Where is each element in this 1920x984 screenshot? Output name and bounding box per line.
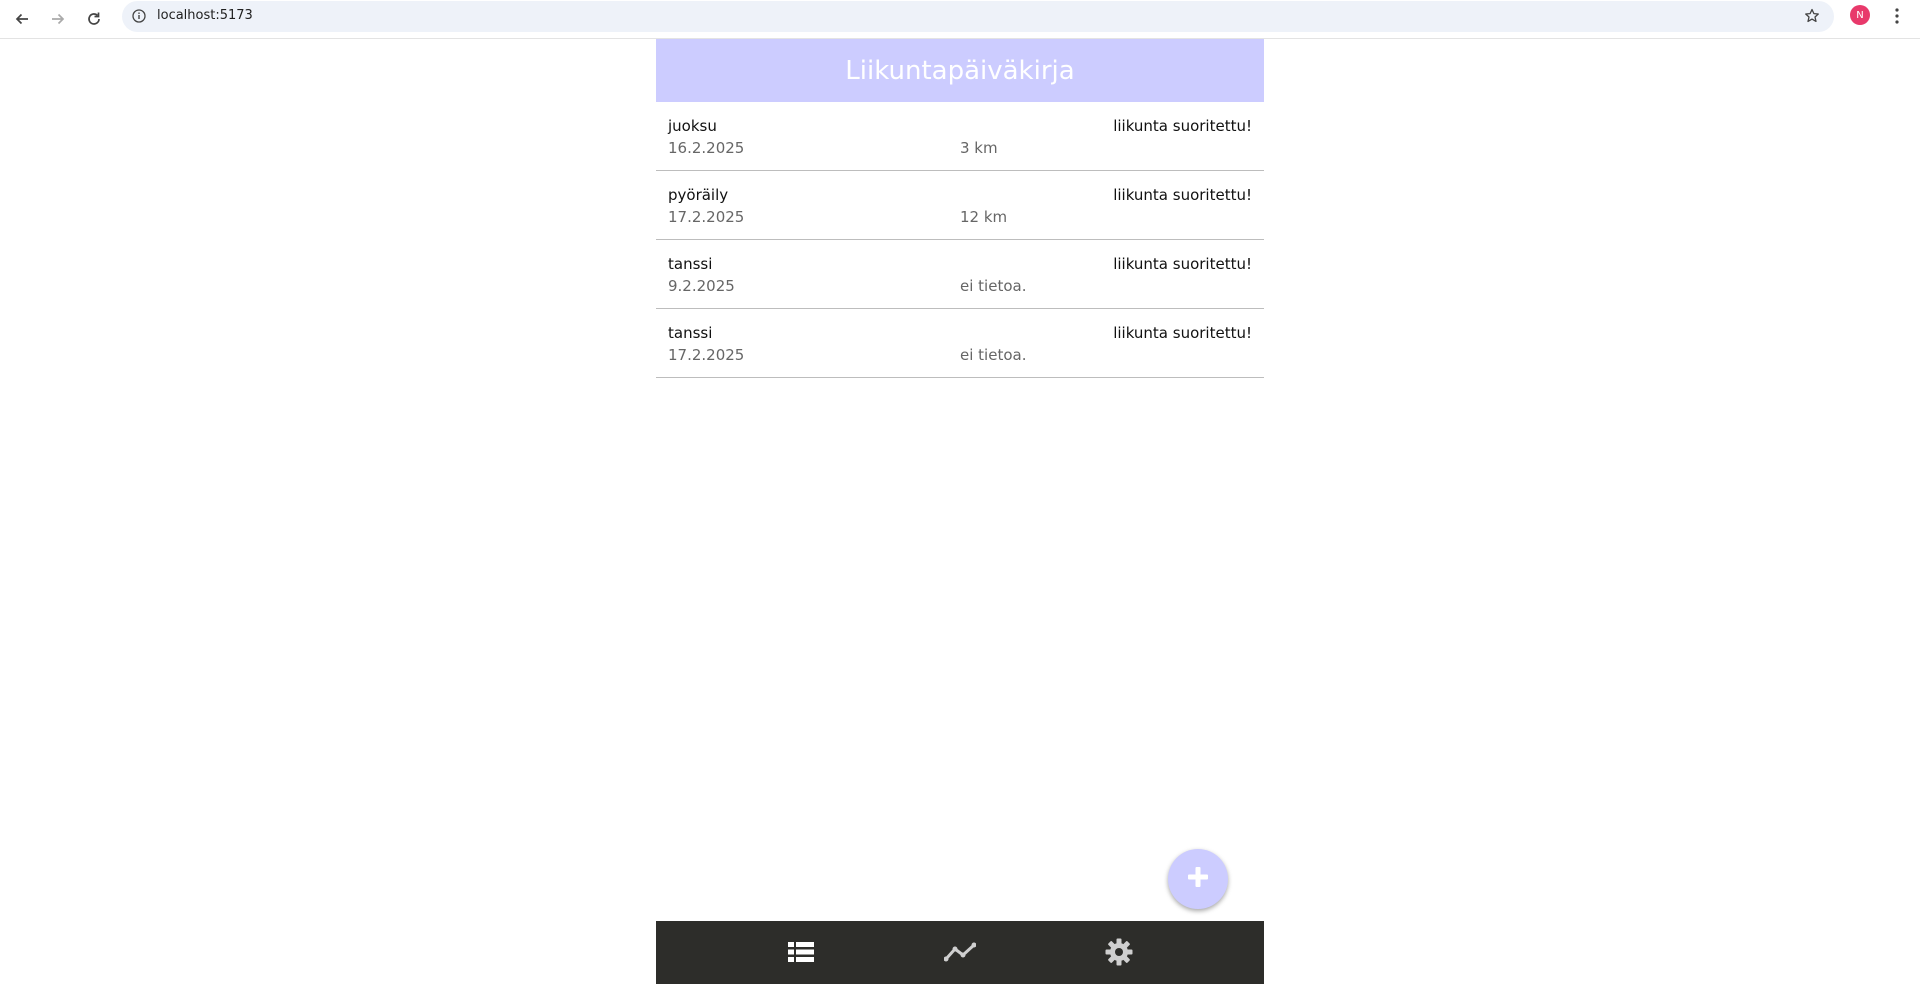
list-item[interactable]: juoksu 16.2.2025 3 km liikunta suoritett… <box>656 102 1264 171</box>
profile-avatar[interactable]: N <box>1850 5 1870 25</box>
kebab-menu-icon[interactable] <box>1886 5 1908 27</box>
exercise-status: liikunta suoritettu! <box>1113 324 1252 342</box>
exercise-name: tanssi <box>668 255 713 273</box>
bottom-navigation <box>656 921 1264 984</box>
app-header: Liikuntapäiväkirja <box>656 39 1264 102</box>
exercise-date: 9.2.2025 <box>668 277 735 295</box>
app-container: Liikuntapäiväkirja juoksu 16.2.2025 3 km… <box>656 39 1264 984</box>
address-bar[interactable]: localhost:5173 <box>122 1 1834 32</box>
exercise-name: pyöräily <box>668 186 729 204</box>
gear-icon[interactable] <box>1102 935 1136 969</box>
exercise-date: 17.2.2025 <box>668 208 745 226</box>
exercise-name: tanssi <box>668 324 713 342</box>
exercise-status: liikunta suoritettu! <box>1113 117 1252 135</box>
reload-icon[interactable] <box>80 5 108 33</box>
exercise-date: 16.2.2025 <box>668 139 745 157</box>
list-icon[interactable] <box>784 935 818 969</box>
exercise-distance: 3 km <box>960 139 998 157</box>
exercise-distance: 12 km <box>960 208 1008 226</box>
url-text[interactable]: localhost:5173 <box>157 8 253 24</box>
list-item[interactable]: tanssi 17.2.2025 ei tietoa. liikunta suo… <box>656 309 1264 378</box>
plus-icon <box>1187 866 1209 892</box>
exercise-name: juoksu <box>668 117 717 135</box>
add-exercise-button[interactable] <box>1168 849 1228 909</box>
back-arrow-icon[interactable] <box>8 5 36 33</box>
bookmark-star-icon[interactable] <box>1802 6 1822 26</box>
page-title: Liikuntapäiväkirja <box>845 55 1075 86</box>
exercise-distance: ei tietoa. <box>960 346 1027 364</box>
info-icon[interactable] <box>130 7 148 25</box>
list-item[interactable]: tanssi 9.2.2025 ei tietoa. liikunta suor… <box>656 240 1264 309</box>
exercise-distance: ei tietoa. <box>960 277 1027 295</box>
list-item[interactable]: pyöräily 17.2.2025 12 km liikunta suorit… <box>656 171 1264 240</box>
forward-arrow-icon[interactable] <box>44 5 72 33</box>
exercise-status: liikunta suoritettu! <box>1113 255 1252 273</box>
browser-toolbar: localhost:5173 N <box>0 0 1920 39</box>
chart-line-icon[interactable] <box>943 935 977 969</box>
exercise-status: liikunta suoritettu! <box>1113 186 1252 204</box>
exercise-date: 17.2.2025 <box>668 346 745 364</box>
